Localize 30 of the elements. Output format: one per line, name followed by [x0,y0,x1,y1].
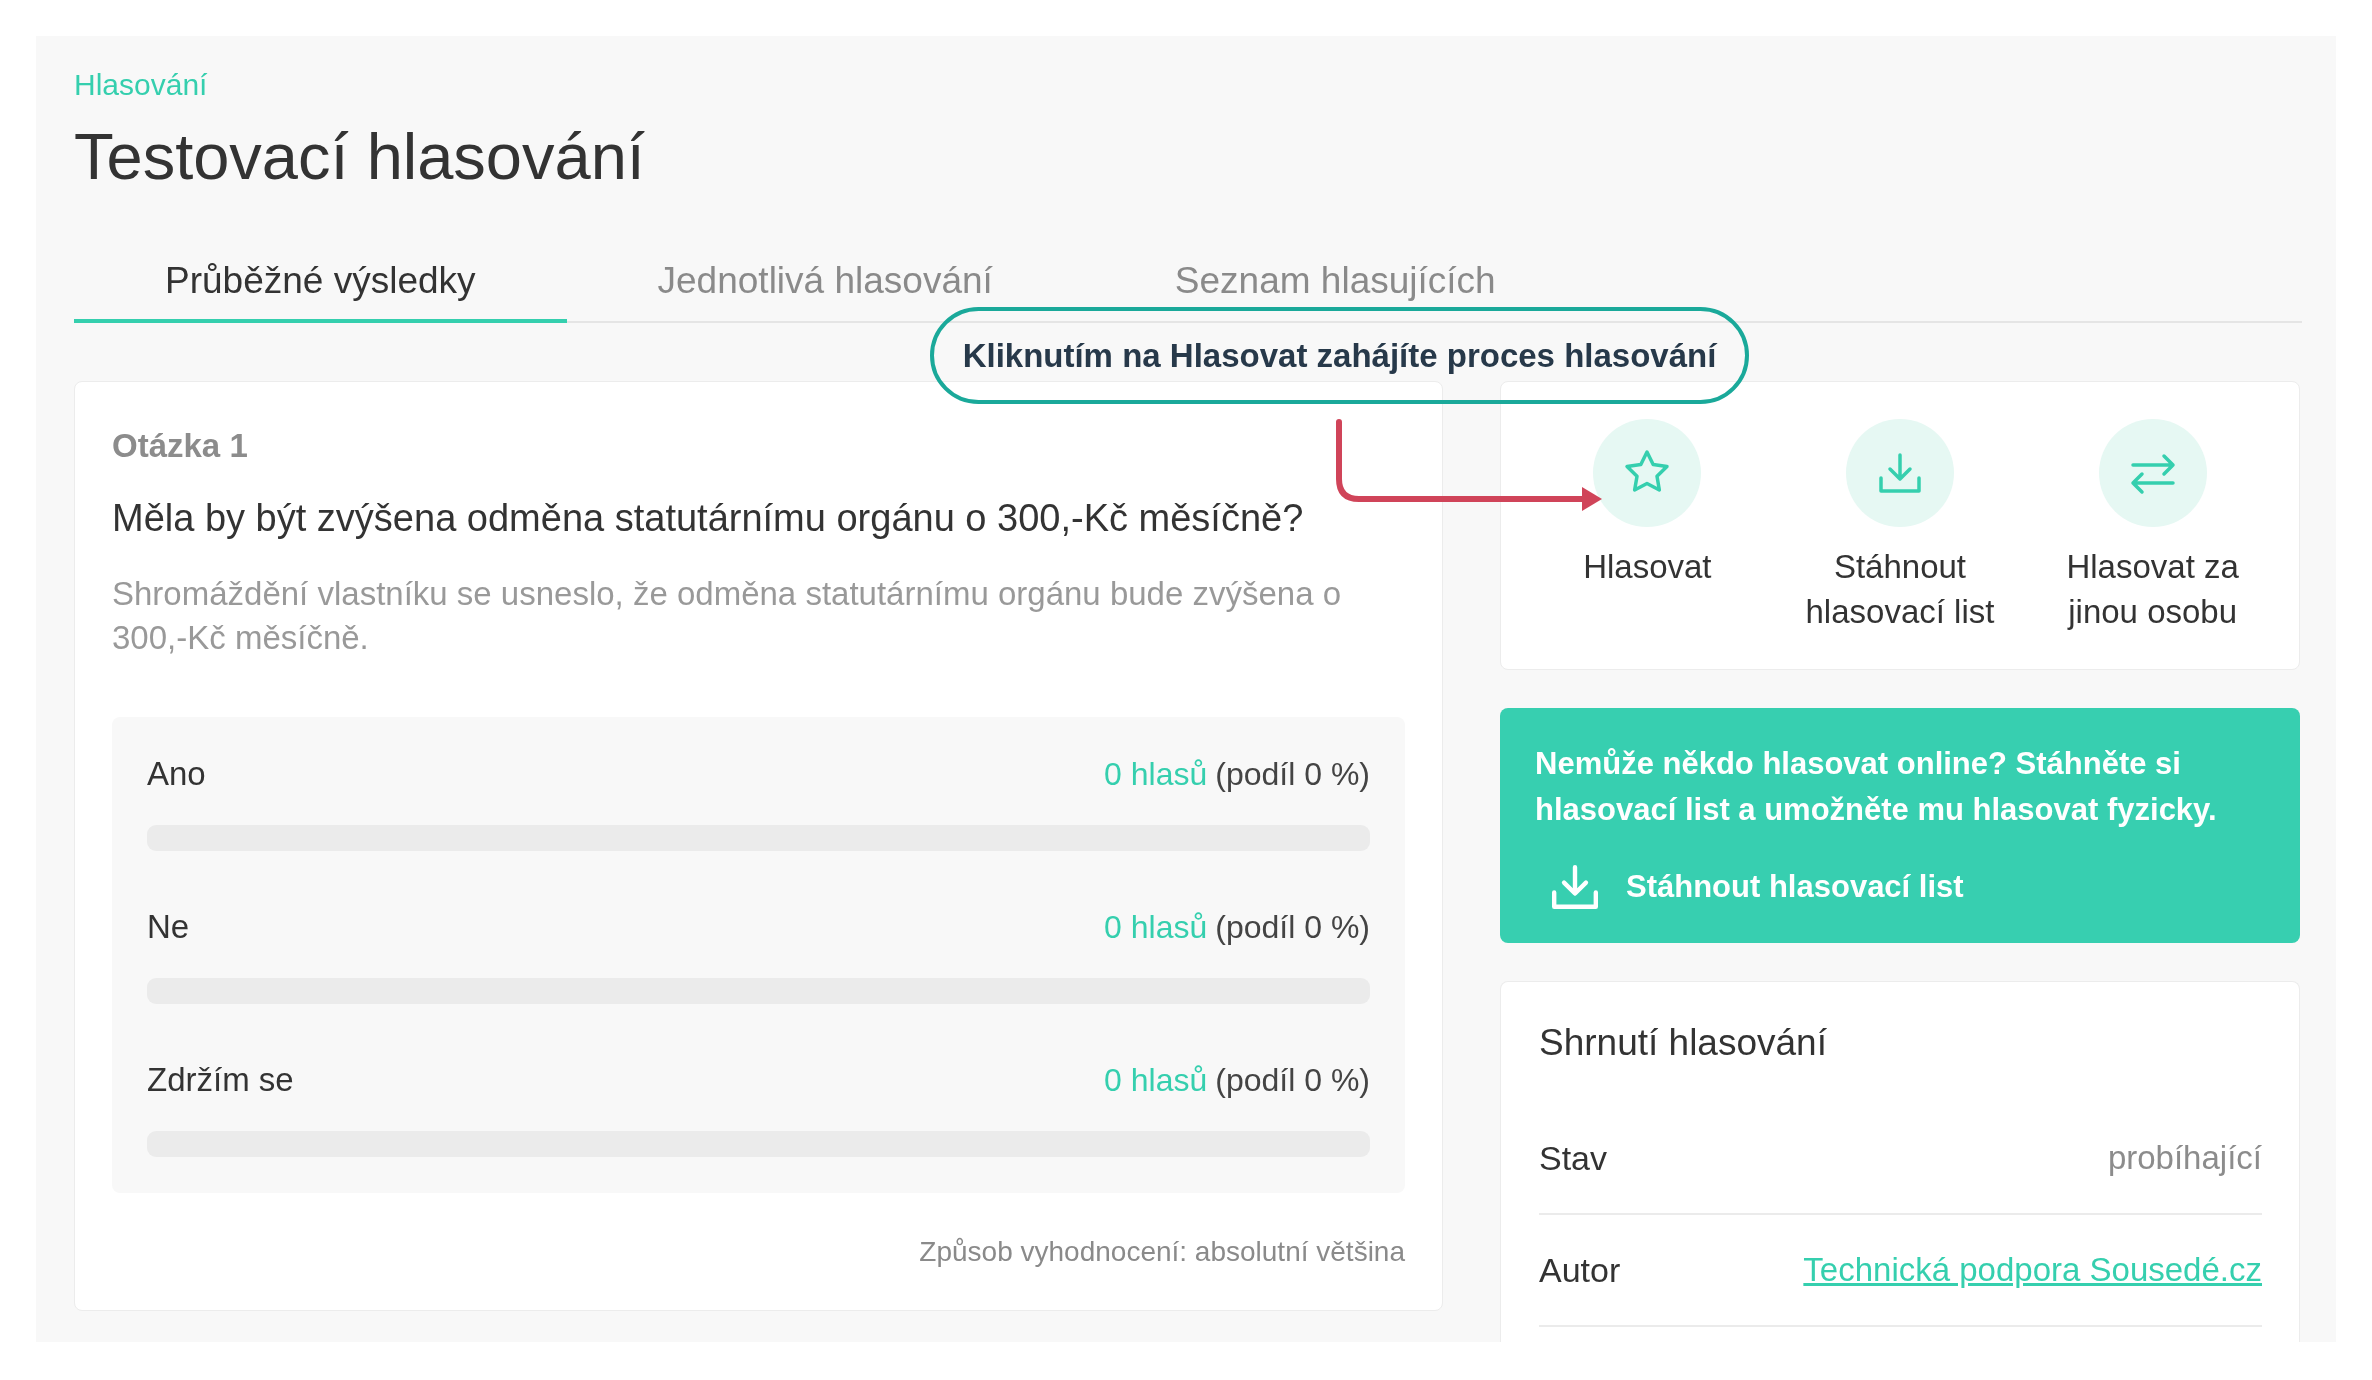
vote-count: 0 hlasů [1104,755,1208,794]
swap-arrows-icon [2098,419,2207,527]
option-label: Ano [147,754,206,794]
evaluation-method: Způsob vyhodnocení: absolutní většina [919,1235,1405,1269]
page-title: Testovací hlasování [74,119,645,195]
vote-share: (podíl 0 %) [1215,1061,1370,1100]
option-label: Zdržím se [147,1060,294,1100]
download-sheet-button[interactable]: Stáhnout hlasovací list [1790,419,2010,634]
breadcrumb-link[interactable]: Hlasování [74,68,208,101]
summary-title: Shrnutí hlasování [1539,1021,1827,1065]
summary-value: probíhající [2107,1139,2262,1177]
download-icon [1846,419,1954,527]
vote-share: (podíl 0 %) [1215,755,1370,794]
question-description: Shromáždění vlastníku se usneslo, že odměna statutárnímu orgánu bude zvýšena o 300,-Kč měsíčně. [112,574,1343,658]
tab[interactable]: Průběžné výsledky [74,249,567,323]
summary-label: Stav [1539,1138,1608,1178]
hint-callout: Kliknutím na Hlasovat zahájíte proces hlasování [930,307,1749,404]
option-label: Ne [147,907,190,947]
vote-share: (podíl 0 %) [1215,908,1370,947]
question-text: Měla by být zvýšena odměna statutárnímu orgánu o 300,-Kč měsíčně? [112,496,1304,540]
download-icon [1552,865,1598,909]
question-number: Otázka 1 [112,426,248,466]
notice-text: Nemůže někdo hlasovat online? Stáhněte si hlasovací list a umožněte mu hlasovat fyzicky. [1535,745,2218,829]
vote-button[interactable]: Hlasovat [1583,419,1712,634]
vote-count: 0 hlasů [1104,908,1208,947]
author-link[interactable]: Technická podpora Sousedé.cz [1803,1251,2262,1289]
summary-label: Autor [1539,1250,1621,1290]
vote-count: 0 hlasů [1104,1061,1208,1100]
download-link[interactable]: Stáhnout hlasovací list [1552,864,1964,910]
proxy-vote-button[interactable]: Hlasovat za jinou osobu [2042,419,2263,634]
